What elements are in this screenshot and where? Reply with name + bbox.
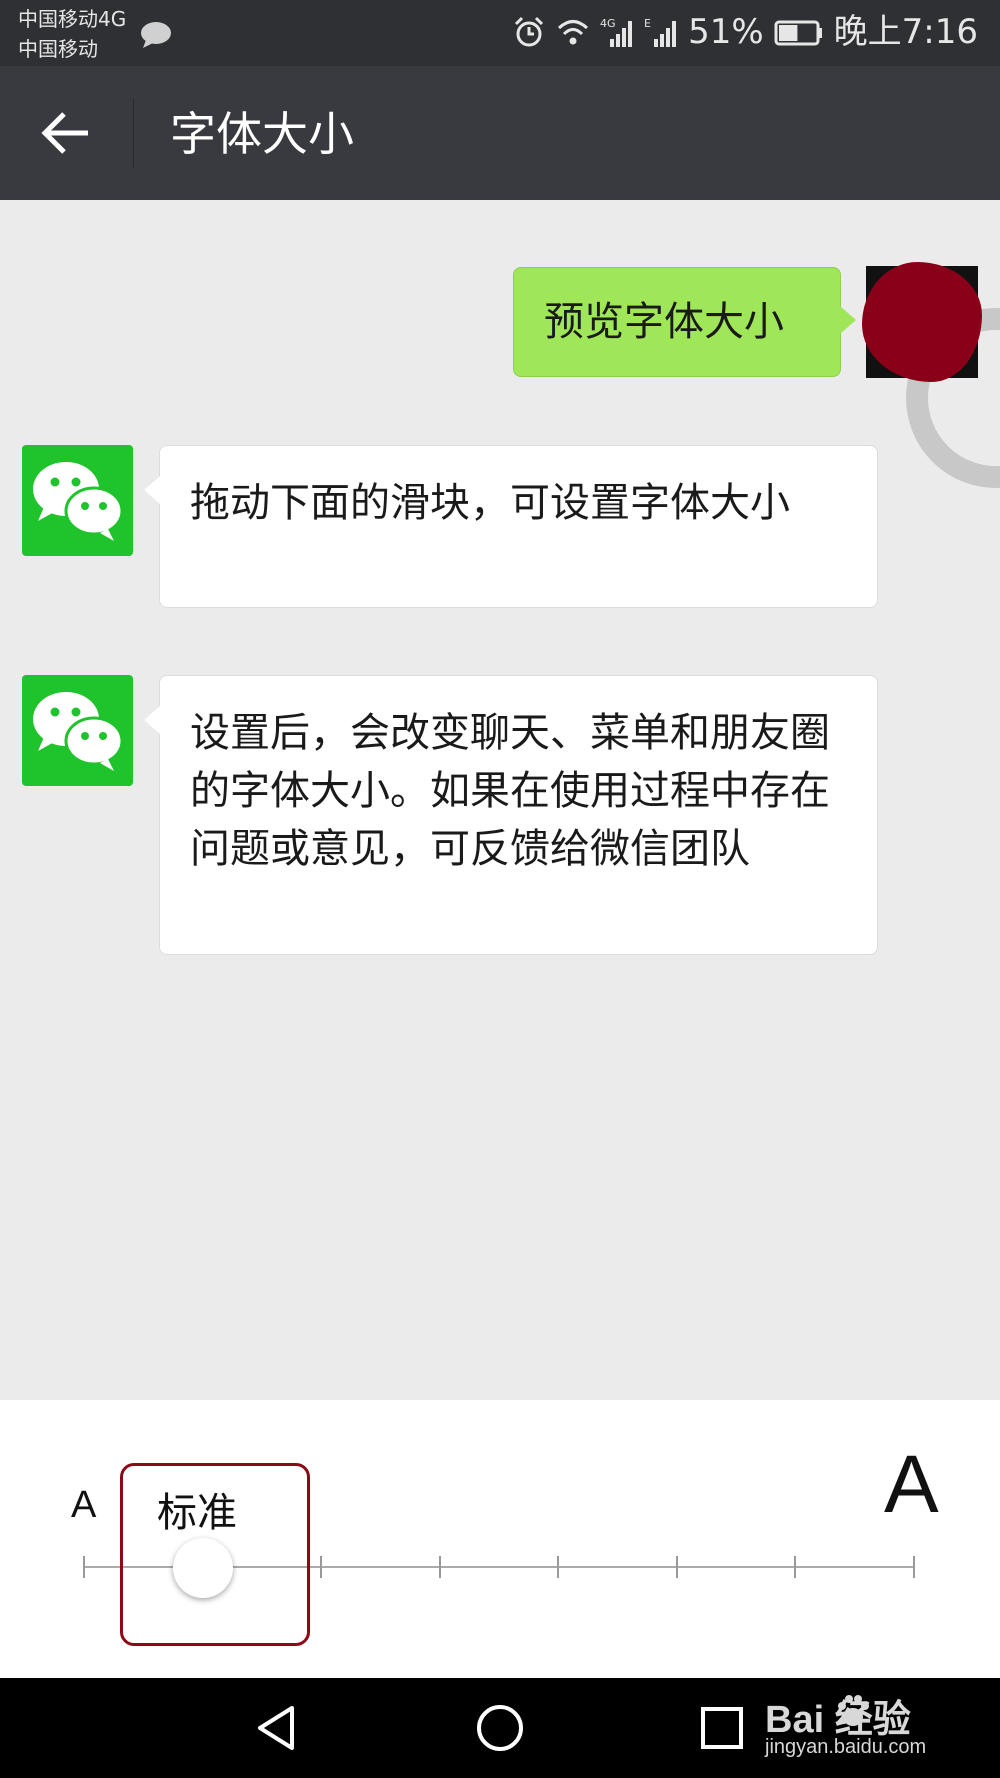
- wifi-icon: [558, 20, 589, 45]
- svg-text:E: E: [644, 17, 651, 30]
- svg-text:4G: 4G: [600, 17, 616, 30]
- title-divider: [133, 98, 134, 168]
- back-arrow-icon[interactable]: [36, 103, 96, 163]
- alarm-icon: [515, 16, 544, 47]
- title-bar: 字体大小: [0, 66, 1000, 200]
- chat-preview: 预览字体大小 拖动下面的滑块，可设置字体大小 设置后，会改变聊天、菜单和朋友圈的…: [0, 200, 1000, 1400]
- redaction-mark: [862, 262, 982, 382]
- status-bar: 中国移动4G 中国移动 4G E 51% 晚上7:16: [0, 0, 1000, 66]
- watermark-url: jingyan.baidu.com: [765, 1736, 927, 1758]
- slider-tick: [794, 1556, 797, 1578]
- nav-recent-icon[interactable]: [694, 1700, 750, 1756]
- max-font-label: A: [884, 1439, 939, 1530]
- baidu-watermark: Bai 经验 jingyan.baidu.com: [765, 1688, 990, 1768]
- font-size-slider-panel: A A 标准: [0, 1400, 1000, 1678]
- slider-tick: [913, 1556, 915, 1578]
- signal-4g-icon: 4G: [600, 17, 633, 47]
- baidu-paw-icon: [838, 1695, 869, 1726]
- slider-tick: [675, 1556, 678, 1578]
- min-font-label: A: [71, 1484, 97, 1526]
- slider-tick: [83, 1556, 85, 1578]
- battery-percent: 51%: [688, 12, 764, 52]
- slider-tick: [438, 1556, 441, 1578]
- slider-tick: [320, 1556, 323, 1578]
- wechat-logo-icon: [33, 692, 124, 771]
- message-bubble-incoming: 设置后，会改变聊天、菜单和朋友圈的字体大小。如果在使用过程中存在问题或意见，可反…: [144, 675, 878, 955]
- slider-tick: [557, 1556, 560, 1578]
- status-indicators: 4G E 51% 晚上7:16: [512, 12, 978, 52]
- self-avatar: [862, 262, 982, 382]
- wechat-avatar: [22, 445, 133, 556]
- page-title: 字体大小: [170, 107, 354, 161]
- nav-home-icon[interactable]: [472, 1700, 528, 1756]
- annotation-highlight-box: [120, 1463, 310, 1646]
- carrier-primary: 中国移动4G: [18, 7, 127, 31]
- battery-icon: [774, 20, 822, 46]
- message-bubble-outgoing: 预览字体大小: [513, 267, 856, 377]
- signal-e-icon: E: [644, 17, 677, 47]
- nav-back-icon[interactable]: [250, 1700, 306, 1756]
- message-icon: [141, 22, 171, 48]
- wechat-logo-icon: [33, 462, 124, 541]
- wechat-avatar: [22, 675, 133, 786]
- clock: 晚上7:16: [833, 12, 978, 52]
- message-bubble-incoming: 拖动下面的滑块，可设置字体大小: [144, 445, 878, 608]
- navigation-bar: Bai 经验 jingyan.baidu.com: [0, 1678, 1000, 1778]
- carrier-secondary: 中国移动: [18, 37, 98, 61]
